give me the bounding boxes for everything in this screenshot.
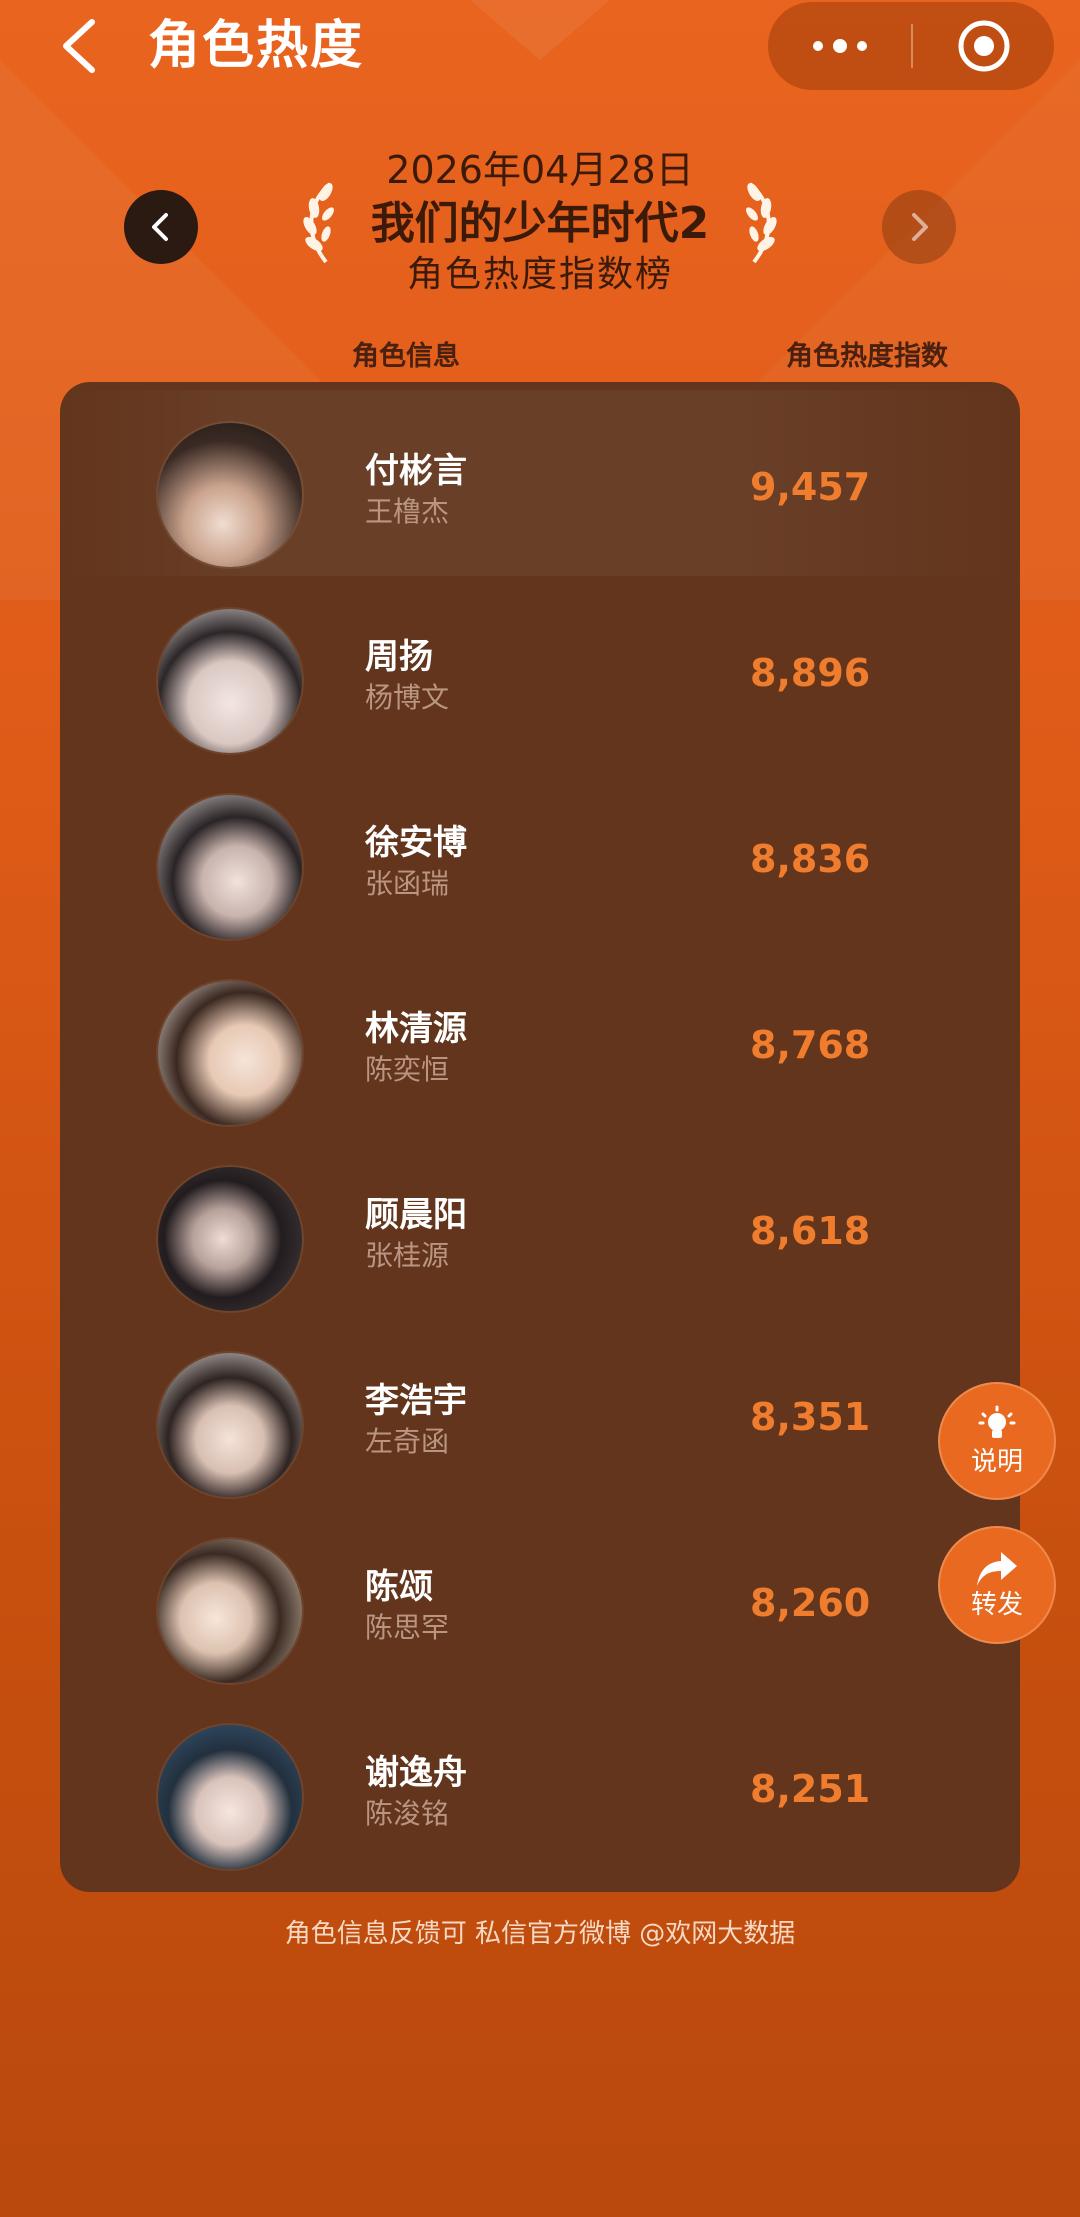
role-name: 顾晨阳 [365,1195,467,1235]
avatar [158,1167,302,1311]
mini-program-capsule [768,2,1054,90]
lightbulb-icon [978,1405,1016,1438]
actor-name: 王橹杰 [365,495,450,528]
share-button[interactable]: 转发 [938,1526,1056,1644]
role-name: 陈颂 [365,1567,433,1607]
avatar [158,423,302,567]
heat-index: 8,896 [750,651,871,695]
avatar [158,1725,302,1869]
actor-name: 杨博文 [365,681,450,714]
ranking-subtitle: 角色热度指数榜 [406,254,673,295]
avatar [158,981,302,1125]
column-header-index: 角色热度指数 [786,341,948,372]
ranking-row[interactable]: 李浩宇 左奇函 8,351 [60,1320,1020,1506]
actor-name: 陈浚铭 [365,1797,450,1830]
role-name: 徐安博 [365,823,467,863]
role-name: 李浩宇 [365,1381,467,1421]
page-title: 角色热度 [148,16,365,76]
share-arrow-icon [977,1552,1017,1586]
heat-index: 9,457 [750,465,871,509]
explain-button[interactable]: 说明 [938,1382,1056,1500]
top-nav-bar: 角色热度 [0,0,1080,92]
avatar [158,1539,302,1683]
ranking-list: 付彬言 王橹杰 9,457 周扬 杨博文 8,896 徐安博 张函瑞 8,836… [60,382,1020,1892]
actor-name: 张函瑞 [365,867,450,900]
chevron-left-icon [63,19,95,73]
column-header-info: 角色信息 [352,341,460,372]
ranking-row[interactable]: 顾晨阳 张桂源 8,618 [60,1134,1020,1320]
heat-index: 8,836 [750,837,871,881]
target-circle-icon [958,20,1009,72]
heat-index: 8,251 [750,1767,871,1811]
heat-index: 8,618 [750,1209,871,1253]
ranking-row[interactable]: 周扬 杨博文 8,896 [60,576,1020,762]
avatar [158,1353,302,1497]
ranking-row[interactable]: 林清源 陈奕恒 8,768 [60,948,1020,1134]
actor-name: 张桂源 [365,1239,450,1272]
heat-index: 8,351 [750,1395,871,1439]
actor-name: 陈奕恒 [365,1053,450,1086]
avatar [158,609,302,753]
heat-index: 8,260 [750,1581,871,1625]
actor-name: 左奇函 [365,1425,450,1458]
heat-index: 8,768 [750,1023,871,1067]
ranking-row[interactable]: 付彬言 王橹杰 9,457 [60,390,1020,576]
explain-label: 说明 [970,1447,1023,1477]
ranking-row[interactable]: 徐安博 张函瑞 8,836 [60,762,1020,948]
ranking-date: 2026年04月28日 [386,148,694,192]
share-label: 转发 [970,1590,1023,1620]
more-button[interactable] [768,2,911,90]
role-name: 付彬言 [365,451,467,491]
role-name: 林清源 [365,1009,467,1049]
close-miniprogram-button[interactable] [913,2,1054,90]
avatar [158,795,302,939]
back-button[interactable] [52,14,112,78]
feedback-note: 角色信息反馈可 私信官方微博 @欢网大数据 [284,1919,796,1949]
show-title: 我们的少年时代2 [370,198,710,249]
role-name: 周扬 [365,637,433,677]
ranking-row[interactable]: 谢逸舟 陈浚铭 8,251 [60,1692,1020,1878]
actor-name: 陈思罕 [365,1611,450,1644]
role-name: 谢逸舟 [365,1753,467,1793]
more-dots-icon [812,39,867,53]
ranking-row[interactable]: 陈颂 陈思罕 8,260 [60,1506,1020,1692]
